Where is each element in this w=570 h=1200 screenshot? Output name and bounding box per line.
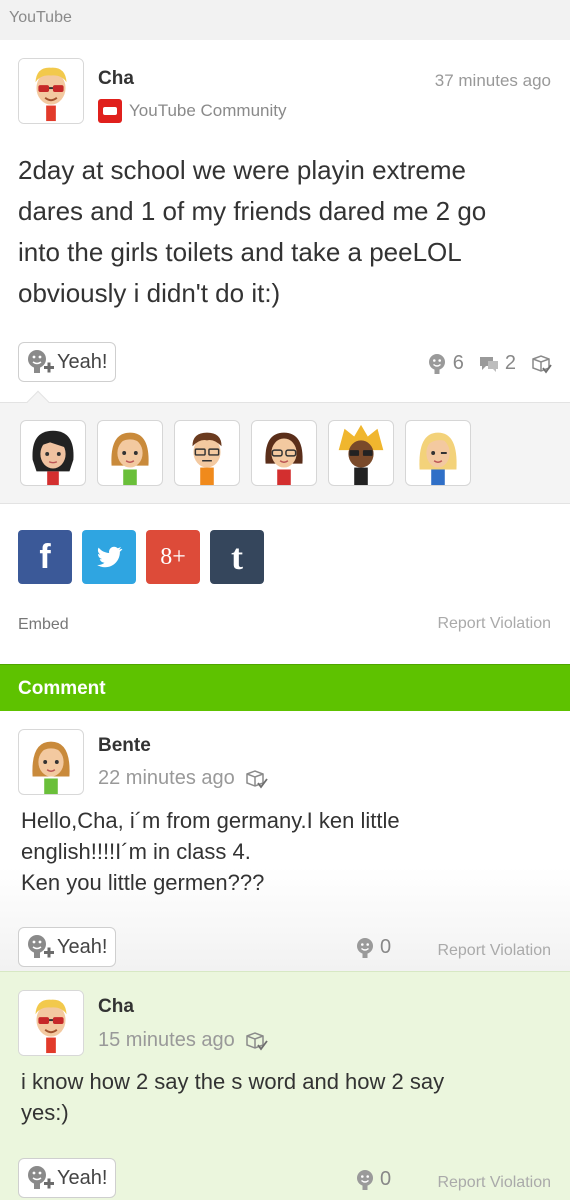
yeah-face-icon: [428, 353, 445, 374]
post-body-line: 2day at school we were playin extreme: [18, 155, 467, 185]
reply-item: Cha 15 minutes ago i know how 2 say the …: [0, 971, 570, 1200]
post-stats: 6 2: [426, 352, 552, 375]
community-name: YouTube Community: [129, 101, 287, 120]
app-header: YouTube: [0, 0, 570, 40]
yeah-face-icon: [357, 1169, 373, 1190]
post-author-name[interactable]: Cha: [98, 68, 134, 90]
reply-yeah-button[interactable]: Yeah!: [18, 927, 117, 967]
post-timestamp: 37 minutes ago: [434, 71, 551, 90]
yeah-user-avatar[interactable]: [20, 420, 86, 486]
reply-body-line: english!!!!I´m in class 4.: [21, 839, 251, 864]
reply-timestamp: 15 minutes ago: [98, 1029, 270, 1052]
post-body-line: obviously i didn't do it:): [18, 278, 281, 308]
google-plus-icon: 8+: [160, 543, 186, 570]
reply-body-line: i know how 2 say the s word and how 2 sa…: [21, 1069, 445, 1094]
reply-report-violation-link[interactable]: Report Violation: [437, 942, 551, 960]
yeah-user-avatar[interactable]: [328, 420, 394, 486]
reply-yeah-count-value: 0: [380, 936, 392, 958]
twitter-share-button[interactable]: t: [82, 530, 136, 584]
spoiler-check-icon: [246, 1031, 268, 1050]
yeah-user-avatar[interactable]: [251, 420, 317, 486]
community-link[interactable]: YouTube Community: [98, 98, 287, 124]
post-comment-count: 2: [504, 352, 516, 374]
post-report-violation-link[interactable]: Report Violation: [437, 615, 551, 633]
comment-icon: [479, 356, 498, 372]
youtube-icon: [98, 99, 122, 123]
reply-timestamp: 22 minutes ago: [98, 767, 270, 790]
post-body-line: into the girls toilets and take a peeLOL: [18, 237, 462, 267]
yeah-add-icon: [28, 350, 54, 373]
google-plus-share-button[interactable]: 8+: [146, 530, 200, 584]
post-yeah-label: Yeah!: [57, 350, 108, 373]
reply-time-text: 15 minutes ago: [98, 1029, 235, 1051]
twitter-icon: [97, 546, 123, 568]
spoiler-check-icon: [246, 769, 268, 788]
comment-bar-label: Comment: [18, 678, 106, 699]
yeah-user-avatar[interactable]: [174, 420, 240, 486]
post-body: 2day at school we were playin extreme da…: [18, 150, 552, 314]
embed-link[interactable]: Embed: [18, 616, 69, 634]
yeah-face-icon: [357, 937, 373, 958]
yeah-user-avatar[interactable]: [97, 420, 163, 486]
reply-yeah-label: Yeah!: [57, 935, 108, 958]
reply-body: Hello,Cha, i´m from germany.I ken little…: [21, 805, 551, 898]
facebook-icon: f: [39, 537, 51, 576]
yeah-add-icon: [28, 935, 54, 958]
post-author-avatar[interactable]: [18, 58, 84, 124]
reply-author-name[interactable]: Cha: [98, 996, 134, 1018]
reply-yeah-count: 0: [354, 1168, 391, 1191]
strip-pointer: [26, 390, 50, 414]
reply-author-avatar[interactable]: [18, 990, 84, 1056]
reply-report-violation-link[interactable]: Report Violation: [437, 1174, 551, 1192]
reply-author-name[interactable]: Bente: [98, 735, 151, 757]
tumblr-icon: t: [231, 537, 243, 577]
comment-section-bar[interactable]: Comment: [0, 664, 570, 711]
reply-body-line: Ken you little germen???: [21, 870, 265, 895]
yeah-user-avatar[interactable]: [405, 420, 471, 486]
yeah-add-icon: [28, 1166, 54, 1189]
reply-item: Bente 22 minutes ago Hello,Cha, i´m from…: [0, 711, 570, 971]
reply-body-line: yes:): [21, 1100, 69, 1125]
reply-body-line: Hello,Cha, i´m from germany.I ken little: [21, 808, 400, 833]
reply-yeah-count-value: 0: [380, 1168, 392, 1190]
spoiler-check-icon: [532, 354, 552, 374]
reply-author-avatar[interactable]: [18, 729, 84, 795]
facebook-share-button[interactable]: f: [18, 530, 72, 584]
post-yeah-button[interactable]: Yeah!: [18, 342, 117, 382]
post-yeah-count: 6: [452, 352, 464, 374]
yeah-avatars-strip: [0, 390, 570, 504]
reply-yeah-button[interactable]: Yeah!: [18, 1158, 117, 1198]
reply-yeah-label: Yeah!: [57, 1166, 108, 1189]
reply-yeah-count: 0: [354, 936, 391, 959]
tumblr-share-button[interactable]: t: [210, 530, 264, 584]
reply-body: i know how 2 say the s word and how 2 sa…: [21, 1066, 551, 1128]
reply-time-text: 22 minutes ago: [98, 767, 235, 789]
post-body-line: dares and 1 of my friends dared me 2 go: [18, 196, 487, 226]
app-title: YouTube: [9, 9, 72, 26]
